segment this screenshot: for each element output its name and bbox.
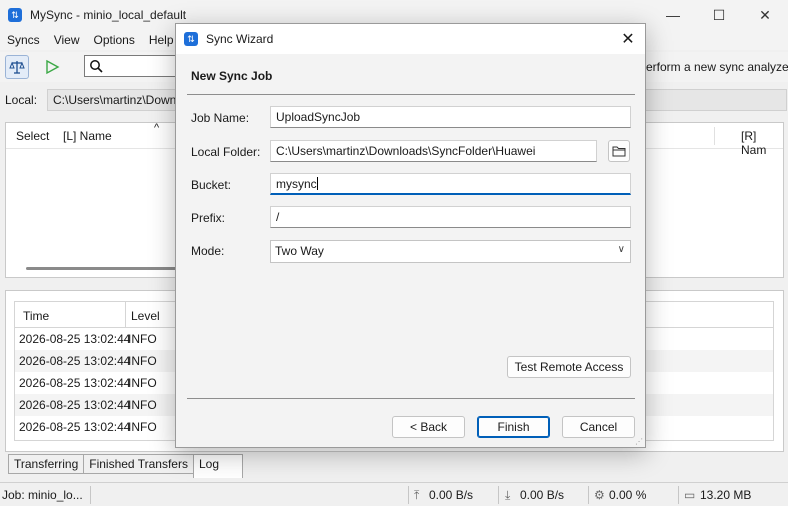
status-download-rate: 0.00 B/s bbox=[520, 488, 565, 502]
status-cpu: 0.00 % bbox=[609, 488, 647, 502]
tab-transferring[interactable]: Transferring bbox=[8, 454, 85, 474]
log-time: 2026-08-25 13:02:44 bbox=[19, 354, 131, 368]
text-caret bbox=[316, 177, 318, 190]
status-separator bbox=[90, 486, 91, 504]
finish-button[interactable]: Finish bbox=[477, 416, 550, 438]
search-icon bbox=[90, 60, 103, 73]
col-divider bbox=[125, 302, 126, 328]
run-icon[interactable] bbox=[40, 55, 64, 79]
job-name-label: Job Name: bbox=[191, 111, 250, 125]
log-time: 2026-08-25 13:02:44 bbox=[19, 398, 131, 412]
log-time: 2026-08-25 13:02:44 bbox=[19, 420, 131, 434]
status-separator bbox=[498, 486, 499, 504]
prefix-label: Prefix: bbox=[191, 211, 226, 225]
status-memory: 13.20 MB bbox=[700, 488, 752, 502]
status-upload-rate: 0.00 B/s bbox=[429, 488, 474, 502]
log-time: 2026-08-25 13:02:44 bbox=[19, 376, 131, 390]
chevron-down-icon: ∨ bbox=[617, 244, 625, 255]
mode-select[interactable]: Two Way ∨ bbox=[270, 240, 631, 263]
footer-divider bbox=[187, 398, 635, 399]
heading-divider bbox=[187, 94, 635, 95]
dialog-close-icon[interactable]: ✕ bbox=[619, 30, 637, 48]
status-separator bbox=[678, 486, 679, 504]
status-separator bbox=[588, 486, 589, 504]
window-controls: — ☐ ✕ bbox=[650, 0, 788, 30]
col-select[interactable]: Select bbox=[16, 129, 49, 143]
menu-syncs[interactable]: Syncs bbox=[0, 33, 47, 47]
dialog-heading: New Sync Job bbox=[191, 69, 273, 83]
tab-finished-transfers[interactable]: Finished Transfers bbox=[83, 454, 194, 474]
browse-folder-button[interactable] bbox=[608, 140, 630, 162]
local-label: Local: bbox=[5, 93, 38, 107]
bucket-value: mysync bbox=[276, 177, 317, 191]
sync-wizard-dialog: ⇅ Sync Wizard ✕ New Sync Job Job Name: U… bbox=[175, 23, 646, 448]
log-level: INFO bbox=[128, 332, 157, 346]
close-window-icon[interactable]: ✕ bbox=[742, 0, 788, 30]
job-name-field[interactable]: UploadSyncJob bbox=[270, 106, 631, 128]
bottom-tabs: Transferring Finished Transfers Log bbox=[8, 454, 243, 478]
local-folder-field[interactable]: C:\Users\martinz\Downloads\SyncFolder\Hu… bbox=[270, 140, 597, 162]
log-level: INFO bbox=[128, 354, 157, 368]
toolbar-hint-text: erform a new sync analyze bbox=[646, 60, 788, 74]
folder-icon bbox=[612, 146, 626, 157]
window-title: MySync - minio_local_default bbox=[30, 8, 187, 22]
upload-icon: ⤒ bbox=[414, 488, 420, 502]
status-bar: Job: minio_lo... ⤒ 0.00 B/s ⤓ 0.00 B/s ⚙… bbox=[0, 482, 788, 506]
col-local-name[interactable]: [L] Name bbox=[63, 129, 112, 143]
cancel-button[interactable]: Cancel bbox=[562, 416, 635, 438]
test-remote-access-button[interactable]: Test Remote Access bbox=[507, 356, 631, 378]
dialog-app-icon: ⇅ bbox=[184, 32, 198, 46]
mode-label: Mode: bbox=[191, 244, 225, 258]
minimize-icon[interactable]: — bbox=[650, 0, 696, 30]
status-separator bbox=[408, 486, 409, 504]
bucket-field[interactable]: mysync bbox=[270, 173, 631, 195]
bucket-label: Bucket: bbox=[191, 178, 232, 192]
menu-options[interactable]: Options bbox=[86, 33, 141, 47]
local-folder-label: Local Folder: bbox=[191, 145, 261, 159]
resize-grip-icon[interactable]: ⋰ bbox=[635, 437, 643, 446]
cpu-icon: ⚙ bbox=[594, 488, 605, 502]
col-time[interactable]: Time bbox=[23, 309, 49, 323]
menu-view[interactable]: View bbox=[47, 33, 87, 47]
dialog-titlebar: ⇅ Sync Wizard ✕ bbox=[176, 24, 645, 54]
maximize-icon[interactable]: ☐ bbox=[696, 0, 742, 30]
col-remote-name[interactable]: [R] Nam bbox=[741, 129, 783, 157]
prefix-field[interactable]: / bbox=[270, 206, 631, 228]
status-job: Job: minio_lo... bbox=[2, 488, 83, 502]
log-level: INFO bbox=[128, 398, 157, 412]
balance-icon[interactable] bbox=[5, 55, 29, 79]
horizontal-scrollbar[interactable] bbox=[26, 267, 186, 270]
dialog-title: Sync Wizard bbox=[206, 32, 274, 46]
log-time: 2026-08-25 13:02:44 bbox=[19, 332, 131, 346]
mode-value: Two Way bbox=[275, 244, 324, 258]
back-button[interactable]: < Back bbox=[392, 416, 465, 438]
log-level: INFO bbox=[128, 420, 157, 434]
download-icon: ⤓ bbox=[505, 488, 511, 502]
memory-icon: ▭ bbox=[684, 488, 696, 502]
col-divider bbox=[714, 127, 715, 145]
log-level: INFO bbox=[128, 376, 157, 390]
app-icon: ⇅ bbox=[8, 8, 22, 22]
sort-up-icon: ^ bbox=[154, 122, 160, 134]
tab-log[interactable]: Log bbox=[192, 454, 243, 478]
col-level[interactable]: Level bbox=[131, 309, 160, 323]
